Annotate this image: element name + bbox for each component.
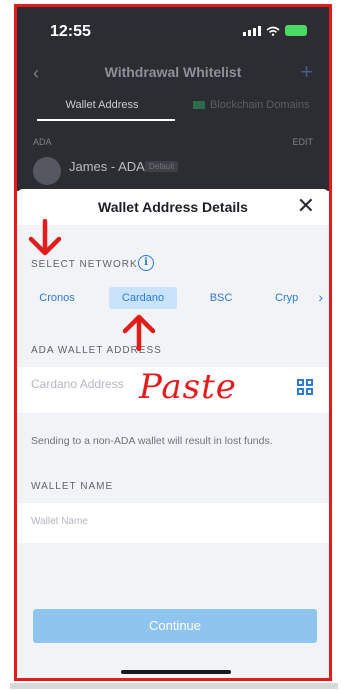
tab-blockchain-domains[interactable]: Blockchain Domains — [193, 99, 310, 111]
network-chip-cardano[interactable]: Cardano — [109, 287, 177, 309]
network-chip-bsc[interactable]: BSC — [203, 287, 239, 309]
edit-button[interactable]: EDIT — [292, 137, 313, 147]
arrow-down-icon — [28, 219, 62, 256]
paste-annotation: Paste — [139, 367, 237, 407]
wallet-name-input[interactable] — [31, 516, 251, 527]
wallet-details-sheet: Wallet Address Details ✕ SELECT NETWORK … — [17, 189, 329, 678]
tab-wallet-address[interactable]: Wallet Address — [37, 99, 167, 111]
status-badge: Default — [145, 161, 179, 172]
status-time: 12:55 — [50, 23, 91, 40]
page-title: Withdrawal Whitelist — [104, 64, 242, 80]
phone-frame: 12:55 ‹ Withdrawal Whitelist + Wallet Ad… — [14, 4, 332, 681]
arrow-up-icon — [122, 314, 156, 351]
network-chip-crypto[interactable]: Cryp — [275, 287, 305, 309]
background-screen: 12:55 ‹ Withdrawal Whitelist + Wallet Ad… — [17, 7, 329, 191]
domains-icon — [193, 101, 205, 109]
signal-icon — [243, 25, 261, 36]
list-item[interactable]: James - ADA Default — [33, 155, 323, 189]
contact-name: James - ADA — [69, 159, 145, 174]
tab-blockchain-domains-label: Blockchain Domains — [210, 99, 310, 111]
network-chip-cronos[interactable]: Cronos — [31, 287, 83, 309]
qr-scan-icon[interactable] — [297, 379, 313, 395]
info-icon[interactable]: i — [138, 255, 154, 271]
sheet-title: Wallet Address Details — [98, 199, 248, 215]
tab-bar: Wallet Address Blockchain Domains — [17, 95, 329, 121]
close-icon[interactable]: ✕ — [297, 195, 315, 217]
plus-icon[interactable]: + — [300, 59, 313, 85]
status-icons — [243, 25, 307, 36]
network-selector: Cronos Cardano BSC Cryp › — [17, 283, 329, 315]
avatar — [33, 157, 61, 185]
wallet-name-field — [17, 503, 329, 543]
battery-icon — [285, 25, 307, 36]
tab-underline — [37, 119, 175, 121]
chevron-right-icon[interactable]: › — [318, 289, 323, 305]
nav-bar: ‹ Withdrawal Whitelist + — [17, 59, 329, 89]
status-bar: 12:55 — [17, 7, 329, 53]
wallet-name-label: WALLET NAME — [31, 481, 114, 492]
frame-shadow — [10, 683, 338, 689]
home-indicator — [121, 670, 231, 674]
select-network-label: SELECT NETWORK — [31, 259, 138, 270]
wifi-icon — [266, 26, 280, 36]
section-title: ADA — [33, 137, 52, 147]
network-warning: Sending to a non-ADA wallet will result … — [31, 435, 273, 447]
continue-button[interactable]: Continue — [33, 609, 317, 643]
